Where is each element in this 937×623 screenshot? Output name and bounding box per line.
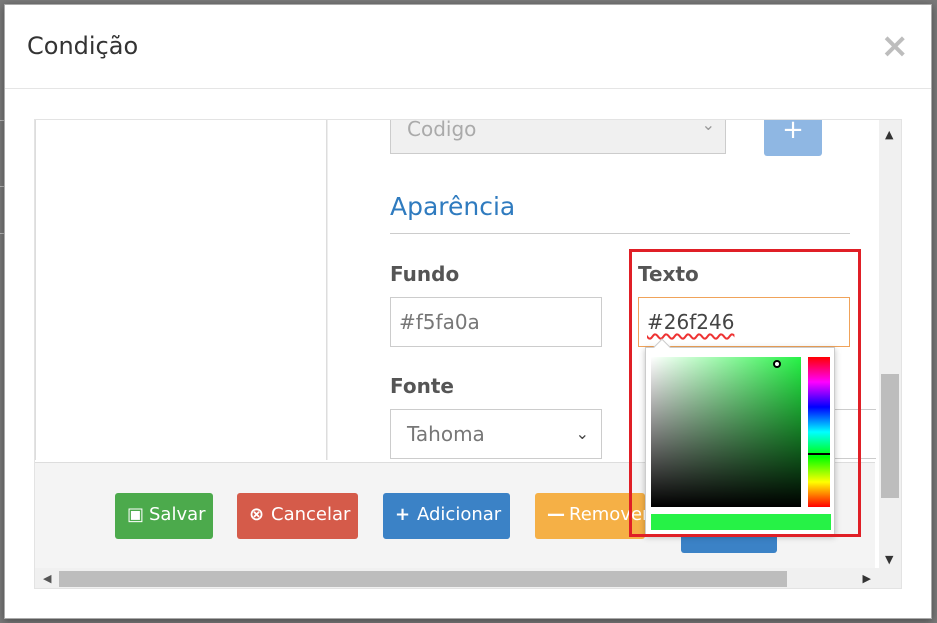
remove-button-label: Remover <box>569 504 645 525</box>
hue-slider-handle[interactable] <box>808 453 830 455</box>
color-selector-handle[interactable] <box>773 360 781 368</box>
field-select[interactable]: Codigo ⌄ <box>390 119 726 154</box>
color-picker-popup <box>645 338 835 535</box>
texto-color-input[interactable]: #26f246 <box>638 297 850 347</box>
minus-icon: — <box>547 504 565 525</box>
chevron-down-icon: ⌄ <box>575 424 589 443</box>
times-circle-icon: ⊗ <box>249 504 265 525</box>
add-condition-button[interactable]: + <box>764 120 822 156</box>
texto-label: Texto <box>638 262 699 286</box>
plus-icon: + <box>395 504 411 525</box>
cancel-button-label: Cancelar <box>271 504 351 525</box>
horizontal-scrollbar[interactable]: ◀ ▶ <box>35 568 901 588</box>
remove-button[interactable]: — Remover <box>535 493 645 539</box>
scroll-right-icon[interactable]: ▶ <box>863 572 871 585</box>
close-icon[interactable]: × <box>881 29 910 63</box>
cancel-button[interactable]: ⊗ Cancelar <box>237 493 358 539</box>
section-title-appearance: Aparência <box>390 192 516 221</box>
fundo-label: Fundo <box>390 262 460 286</box>
selected-color-swatch <box>651 514 831 530</box>
scroll-left-icon[interactable]: ◀ <box>43 572 51 585</box>
left-panel <box>35 120 327 460</box>
fonte-select-value: Tahoma <box>407 422 485 446</box>
add-button[interactable]: + Adicionar <box>383 493 510 539</box>
condition-modal: Condição × Codigo ⌄ + Aparência Fundo #f… <box>4 4 932 619</box>
chevron-down-icon: ⌄ <box>701 119 715 134</box>
texto-color-value: #26f246 <box>647 310 735 334</box>
scroll-up-icon[interactable]: ▲ <box>885 128 893 141</box>
save-button[interactable]: ▣ Salvar <box>115 493 213 539</box>
save-button-label: Salvar <box>149 504 206 525</box>
modal-title: Condição <box>27 32 139 60</box>
horizontal-scroll-thumb[interactable] <box>59 571 787 587</box>
fonte-select[interactable]: Tahoma ⌄ <box>390 409 602 459</box>
hue-slider[interactable] <box>808 357 830 507</box>
fonte-label: Fonte <box>390 374 454 398</box>
saturation-value-area[interactable] <box>651 357 801 507</box>
vertical-scrollbar[interactable]: ▲ ▼ <box>879 120 901 568</box>
fundo-color-input[interactable]: #f5fa0a <box>390 297 602 347</box>
modal-header: Condição × <box>5 5 931 89</box>
section-divider <box>390 233 850 234</box>
fundo-color-value: #f5fa0a <box>399 310 480 334</box>
add-button-label: Adicionar <box>417 504 502 525</box>
vertical-scroll-thumb[interactable] <box>881 374 899 498</box>
scroll-down-icon[interactable]: ▼ <box>885 553 893 566</box>
floppy-disk-icon: ▣ <box>127 504 145 525</box>
field-select-value: Codigo <box>407 119 477 141</box>
